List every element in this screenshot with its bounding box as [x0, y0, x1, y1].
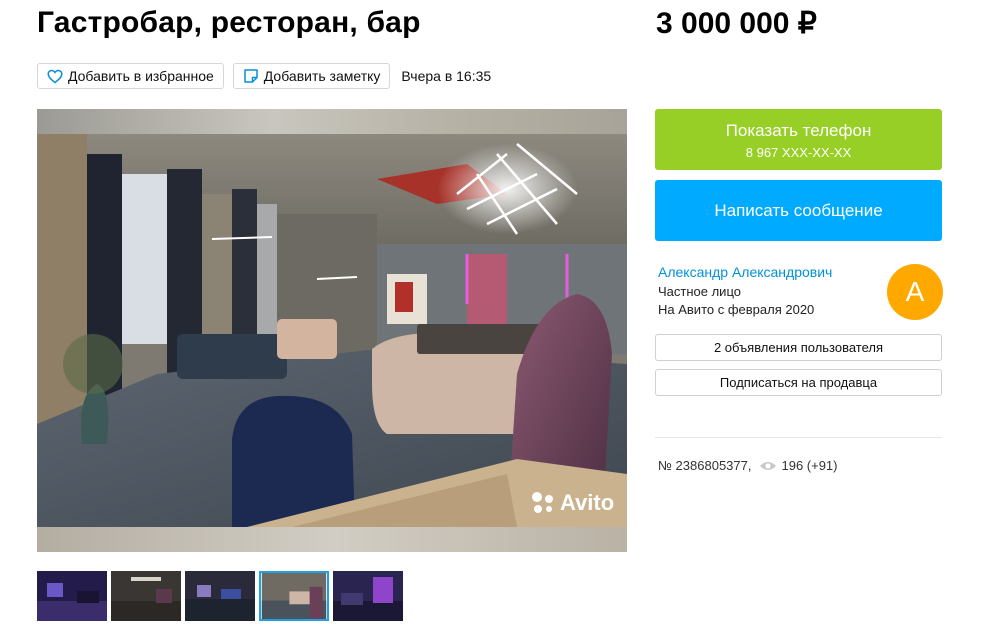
note-icon — [244, 69, 258, 83]
seller-type: Частное лицо — [658, 284, 741, 299]
main-photo[interactable]: Avito — [37, 109, 627, 552]
thumbnail[interactable] — [111, 571, 181, 621]
views-count: 196 (+91) — [781, 458, 838, 473]
photo-blur-top — [37, 109, 627, 134]
add-to-favorites-label: Добавить в избранное — [68, 68, 214, 84]
add-note-label: Добавить заметку — [263, 68, 381, 84]
subscribe-seller-button[interactable]: Подписаться на продавца — [655, 369, 942, 396]
phone-masked: 8 967 XXX-XX-XX — [745, 145, 852, 160]
seller-since: На Авито с февраля 2020 — [658, 302, 815, 317]
show-phone-label: Показать телефон — [725, 121, 872, 140]
avatar[interactable]: A — [887, 264, 943, 320]
listing-date: Вчера в 16:35 — [401, 68, 492, 84]
ad-number: № 2386805377, — [658, 458, 752, 473]
listing-action-row: Добавить в избранное Добавить заметку Вч… — [37, 62, 491, 90]
seller-listings-button[interactable]: 2 объявления пользователя — [655, 334, 942, 361]
photo-blur-bottom — [37, 527, 627, 552]
add-note-button[interactable]: Добавить заметку — [232, 63, 391, 89]
eye-icon — [760, 461, 777, 470]
restaurant-photo — [37, 134, 627, 527]
heart-icon — [47, 69, 63, 83]
add-to-favorites-button[interactable]: Добавить в избранное — [37, 63, 224, 89]
thumbnail[interactable] — [333, 571, 403, 621]
seller-name-link[interactable]: Александр Александрович — [658, 264, 832, 280]
photo-thumbnails — [37, 571, 407, 621]
listing-price: 3 000 000 ₽ — [656, 7, 817, 40]
listing-title: Гастробар, ресторан, бар — [37, 6, 421, 39]
thumbnail-active[interactable] — [259, 571, 329, 621]
write-message-button[interactable]: Написать сообщение — [655, 180, 942, 241]
avito-watermark-text: Avito — [560, 490, 615, 515]
listing-meta: № 2386805377, 196 (+91) — [658, 458, 838, 473]
avito-watermark: Avito — [530, 490, 614, 516]
avito-logo-icon — [532, 492, 553, 513]
thumbnail[interactable] — [185, 571, 255, 621]
thumbnail[interactable] — [37, 571, 107, 621]
divider — [655, 437, 942, 438]
show-phone-button[interactable]: Показать телефон 8 967 XXX-XX-XX — [655, 109, 942, 170]
